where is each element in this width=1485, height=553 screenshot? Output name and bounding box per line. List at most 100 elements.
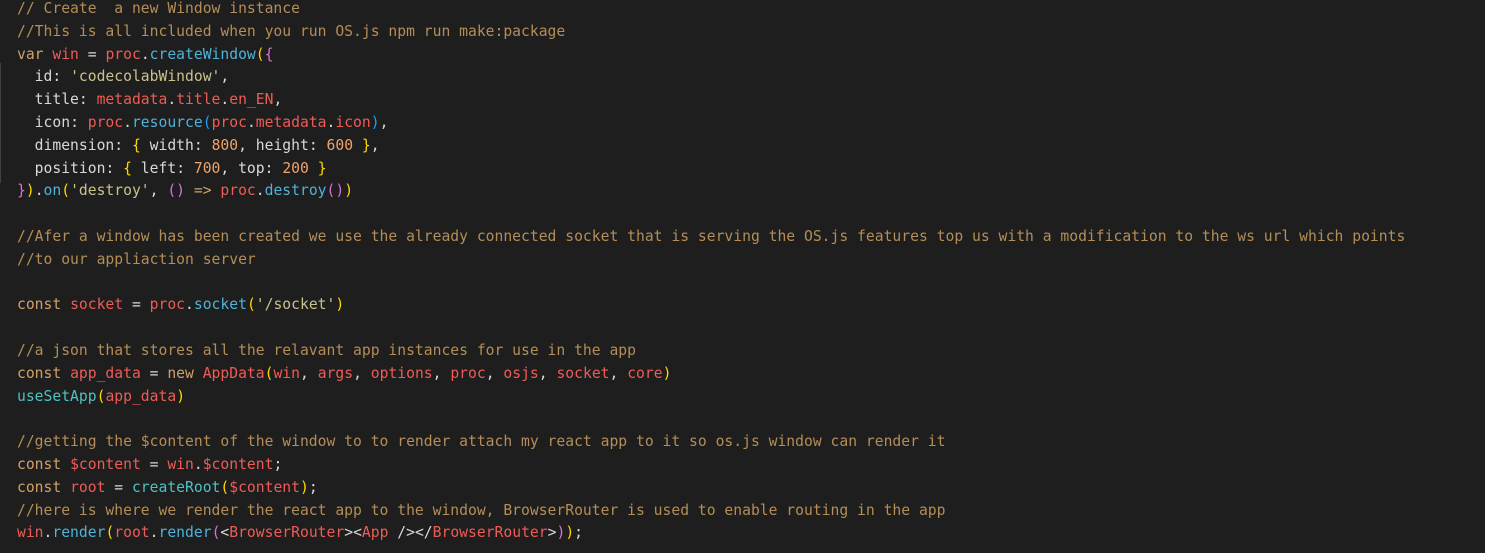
code-token: ) (565, 524, 575, 542)
code-token: var (17, 45, 44, 63)
code-token: ( (246, 296, 256, 314)
code-token: , (220, 159, 239, 177)
code-line[interactable]: useSetApp(app_data) (17, 386, 1405, 409)
code-token: 'destroy' (70, 182, 150, 200)
code-token: icon (17, 113, 71, 131)
code-token: BrowserRouter (432, 524, 548, 542)
code-editor[interactable]: // Create a new Window instance //This is… (0, 0, 1485, 553)
code-token: . (123, 113, 132, 131)
code-token: ) (25, 182, 35, 200)
code-token: width (140, 136, 194, 154)
code-token: : (308, 136, 327, 154)
code-line[interactable] (17, 272, 1405, 295)
code-token: : (78, 91, 97, 109)
code-line[interactable] (17, 408, 1405, 431)
code-line[interactable]: // Create a new Window instance (17, 0, 1405, 21)
code-line[interactable]: dimension: { width: 800, height: 600 }, (17, 135, 1405, 158)
code-line[interactable]: //getting the $content of the window to … (17, 431, 1405, 454)
code-token: title (176, 91, 221, 109)
code-token: proc (211, 113, 247, 131)
code-token: 'codecolabWindow' (70, 68, 221, 86)
code-token: . (220, 91, 230, 109)
code-line[interactable]: position: { left: 700, top: 200 } (17, 158, 1405, 181)
code-line[interactable]: //Afer a window has been created we use … (17, 226, 1405, 249)
code-token: , (300, 364, 318, 382)
code-line[interactable]: const root = createRoot($content); (17, 477, 1405, 500)
code-token: options (370, 364, 433, 382)
code-token: , (432, 364, 451, 382)
code-token: 200 (282, 159, 309, 177)
code-token: $content (229, 478, 300, 496)
code-token: ; (574, 524, 583, 542)
code-token: dimension (17, 136, 115, 154)
code-token: win (167, 455, 194, 473)
code-line[interactable]: //a json that stores all the relavant ap… (17, 340, 1405, 363)
code-token: render (158, 524, 212, 542)
code-token: ( (202, 113, 212, 131)
code-token: { (264, 45, 274, 63)
code-token: 800 (211, 136, 239, 154)
code-token: , (485, 364, 504, 382)
code-token: title (17, 91, 79, 109)
code-line[interactable]: //here is where we render the react app … (17, 500, 1405, 523)
code-token: id (17, 68, 53, 86)
code-token: $content (70, 455, 141, 473)
code-token: proc (87, 113, 124, 131)
code-line[interactable] (17, 203, 1405, 226)
code-token: } (317, 159, 327, 177)
code-token: app_data (105, 387, 177, 405)
code-line[interactable]: }).on('destroy', () => proc.destroy()) (17, 180, 1405, 203)
code-token: </ (414, 524, 433, 542)
code-line[interactable]: const $content = win.$content; (17, 454, 1405, 477)
code-line[interactable]: win.render(root.render(<BrowserRouter><A… (17, 522, 1405, 545)
code-token: ; (308, 478, 318, 496)
code-token: ) (556, 524, 566, 542)
code-token: /> (388, 524, 415, 542)
code-token: : (52, 68, 71, 86)
code-token: $content (202, 455, 274, 473)
code-line[interactable]: const app_data = new AppData(win, args, … (17, 363, 1405, 386)
code-token: //to our appliaction server (17, 250, 256, 268)
code-token: ) (662, 364, 672, 382)
code-token: 700 (193, 159, 221, 177)
code-token: const (17, 296, 62, 314)
code-token: en_EN (229, 91, 274, 109)
code-token: socket (193, 296, 247, 314)
code-token: , (379, 113, 389, 131)
code-line[interactable]: var win = proc.createWindow({ (17, 44, 1405, 67)
code-line[interactable]: title: metadata.title.en_EN, (17, 89, 1405, 112)
code-token: ( (61, 182, 71, 200)
code-token: . (140, 45, 150, 63)
code-token: ( (220, 478, 230, 496)
code-token: : (105, 159, 124, 177)
code-area[interactable]: // Create a new Window instance //This is… (17, 0, 1405, 545)
code-token: ) (176, 387, 186, 405)
code-token: core (627, 364, 663, 382)
code-line[interactable] (17, 317, 1405, 340)
code-token: proc (450, 364, 486, 382)
code-token: { (131, 136, 141, 154)
code-token: app_data (70, 364, 141, 382)
code-token: = (140, 364, 168, 382)
code-token: const (17, 364, 62, 382)
code-line[interactable]: //This is all included when you run OS.j… (17, 21, 1405, 44)
code-line[interactable]: //to our appliaction server (17, 249, 1405, 272)
code-token: win (273, 364, 300, 382)
code-token: left (131, 159, 177, 177)
code-token: proc (149, 296, 186, 314)
code-line[interactable]: id: 'codecolabWindow', (17, 66, 1405, 89)
code-token: on (43, 182, 62, 200)
code-token: , (609, 364, 628, 382)
code-line[interactable]: icon: proc.resource(proc.metadata.icon), (17, 112, 1405, 135)
code-token: resource (131, 113, 203, 131)
code-token: : (114, 136, 132, 154)
code-token: . (185, 296, 194, 314)
code-token: : (264, 159, 283, 177)
code-token: top (238, 159, 265, 177)
code-token: socket (556, 364, 610, 382)
code-line[interactable]: const socket = proc.socket('/socket') (17, 294, 1405, 317)
code-token: //here is where we render the react app … (17, 501, 946, 519)
